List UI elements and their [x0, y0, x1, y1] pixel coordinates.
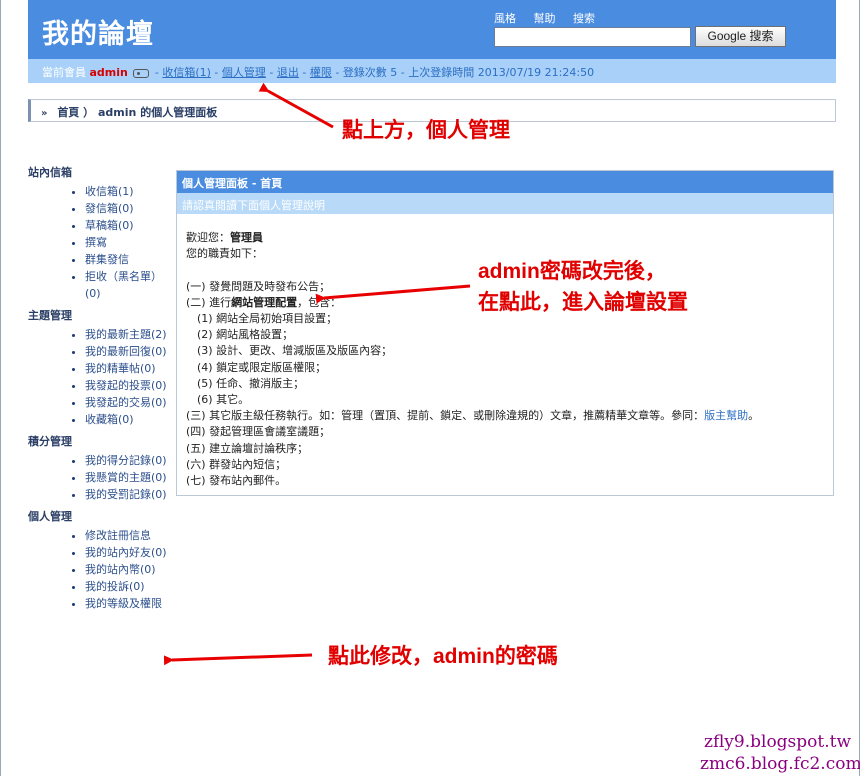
sidebar-item-coins[interactable]: 我的站內幣(0)	[85, 561, 169, 578]
sidebar-item-drafts[interactable]: 草稿箱(0)	[85, 217, 169, 234]
sidebar-item-edit-profile[interactable]: 修改註冊信息	[85, 527, 169, 544]
breadcrumb-home[interactable]: 首頁	[57, 106, 79, 119]
duty-line: (6) 其它。	[197, 393, 250, 407]
permissions-link[interactable]: 權限	[310, 66, 332, 79]
site-header: 我的論壇 風格 幫助 搜索 Google 搜索	[28, 0, 836, 59]
login-count: 登錄次數 5	[342, 66, 398, 79]
sidebar-section-title: 積分管理	[28, 435, 72, 448]
duty-line: (六) 群發站內短信；	[186, 457, 287, 471]
panel-subtitle: 請認真閱讀下面個人管理說明	[177, 193, 833, 214]
sidebar-item-bounty-topics[interactable]: 我懸賞的主題(0)	[85, 469, 169, 486]
sidebar-item-penalty-log[interactable]: 我的受罰記錄(0)	[85, 486, 169, 503]
user-role: 管理員	[230, 231, 263, 244]
annotation-config-line2: 在點此，進入論壇設置	[478, 291, 688, 314]
search-link[interactable]: 搜索	[573, 12, 595, 25]
panel-title: 個人管理面板 - 首頁	[177, 171, 833, 193]
key-icon	[133, 68, 150, 78]
sidebar-item-latest-replies[interactable]: 我的最新回復(0)	[85, 343, 169, 360]
watermark-fc2: zmc6.blog.fc2.com	[700, 754, 860, 774]
annotation-config-line1: admin密碼改完後，	[478, 260, 666, 283]
sidebar-item-level[interactable]: 我的等級及權限	[85, 595, 169, 612]
watermark-blogspot: zfly9.blogspot.tw	[704, 732, 852, 752]
duty-line: (5) 任命、撤消版主；	[197, 376, 305, 390]
sidebar-section-title: 站內信箱	[28, 166, 72, 179]
duty-line: (三) 其它版主級任務執行。如：管理（置頂、提前、鎖定、或刪除違規的）文章，推薦…	[186, 409, 760, 423]
duty-line: (4) 鎖定或限定版區權限；	[197, 360, 327, 374]
style-link[interactable]: 風格	[494, 12, 516, 25]
moderator-help-link[interactable]: 版主幫助	[704, 409, 748, 422]
sidebar-item-my-trades[interactable]: 我發起的交易(0)	[85, 394, 169, 411]
user-bar: 當前會員 admin - 收信箱(1) - 個人管理 - 退出 - 權限 - 登…	[28, 59, 836, 83]
duty-line: (七) 發布站內郵件。	[186, 474, 287, 488]
sidebar-item-latest-topics[interactable]: 我的最新主題(2)	[85, 326, 169, 343]
duty-line: (3) 設計、更改、增減版區及版區內容；	[197, 344, 393, 358]
duty-line: (四) 發起管理區會議室議題；	[186, 425, 331, 439]
search-input[interactable]	[494, 27, 691, 47]
duty-line: (五) 建立論壇討論秩序；	[186, 441, 309, 455]
last-login-time: 上次登錄時間 2013/07/19 21:24:50	[408, 66, 595, 79]
sidebar-section-title: 個人管理	[28, 510, 72, 523]
chevron-double-down-icon: »	[41, 108, 48, 119]
top-links: 風格 幫助 搜索	[494, 10, 609, 26]
google-search-button[interactable]: Google 搜索	[695, 26, 786, 47]
inbox-link[interactable]: 收信箱(1)	[162, 66, 211, 79]
sidebar-item-group-send[interactable]: 群集發信	[85, 251, 169, 268]
sidebar-item-inbox[interactable]: 收信箱(1)	[85, 183, 169, 200]
site-title[interactable]: 我的論壇	[42, 12, 154, 51]
personal-management-link[interactable]: 個人管理	[222, 66, 266, 79]
sidebar-item-featured[interactable]: 我的精華帖(0)	[85, 360, 169, 377]
sidebar-item-friends[interactable]: 我的站內好友(0)	[85, 544, 169, 561]
site-config-link[interactable]: 網站管理配置	[231, 296, 297, 309]
sidebar-item-my-polls[interactable]: 我發起的投票(0)	[85, 377, 169, 394]
sidebar-section-title: 主題管理	[28, 309, 72, 322]
help-link[interactable]: 幫助	[534, 12, 556, 25]
duty-line: (2) 網站風格設置；	[197, 328, 294, 342]
sidebar-item-blacklist[interactable]: 拒收（黑名單）(0)	[85, 268, 169, 302]
sidebar-item-outbox[interactable]: 發信箱(0)	[85, 200, 169, 217]
current-member-label: 當前會員	[42, 66, 86, 79]
sidebar-item-score-log[interactable]: 我的得分記錄(0)	[85, 452, 169, 469]
sidebar: 站內信箱 收信箱(1) 發信箱(0) 草稿箱(0) 撰寫 群集發信 拒收（黑名單…	[28, 165, 168, 618]
management-panel: 個人管理面板 - 首頁 請認真閱讀下面個人管理說明 歡迎您：管理員 您的職責如下…	[176, 170, 834, 496]
sidebar-item-complaints[interactable]: 我的投訴(0)	[85, 578, 169, 595]
annotation-personal-management: 點上方，個人管理	[342, 117, 510, 142]
sidebar-item-compose[interactable]: 撰寫	[85, 234, 169, 251]
sidebar-item-favorites[interactable]: 收藏箱(0)	[85, 411, 169, 428]
annotation-edit-profile: 點此修改，admin的密碼	[328, 645, 558, 668]
breadcrumb-current: admin 的個人管理面板	[98, 106, 218, 119]
logout-link[interactable]: 退出	[277, 66, 299, 79]
username[interactable]: admin	[90, 66, 128, 79]
